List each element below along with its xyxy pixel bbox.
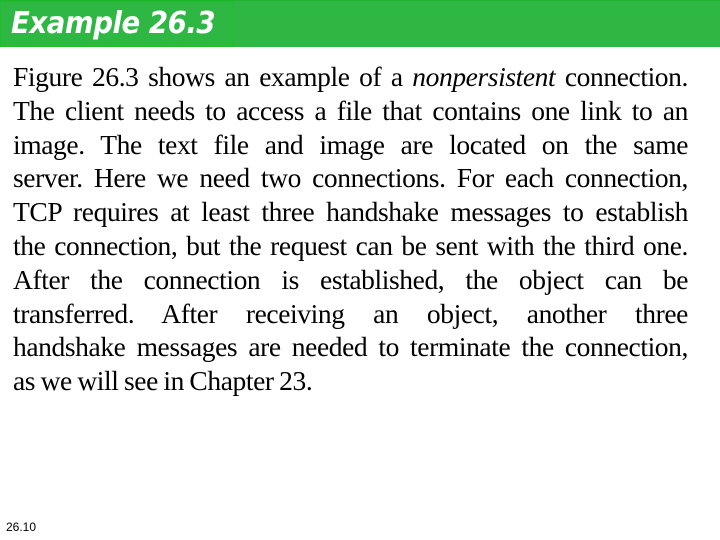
paragraph-line-9: handshake messages are needed to termina… — [13, 331, 688, 363]
title-box: Example 26.3 — [0, 1, 234, 47]
header-bar: Example 26.3 — [0, 0, 720, 47]
slide-title: Example 26.3 — [11, 6, 216, 41]
paragraph-line-3: image. The text file and image are locat… — [13, 128, 688, 160]
body-paragraph: Figure 26.3 shows an example of a nonper… — [13, 60, 688, 398]
paragraph-line-7: After the connection is established, the… — [13, 263, 688, 295]
text-span: connection. — [555, 61, 689, 92]
paragraph-line-10: as we will see in Chapter 23. — [13, 365, 313, 397]
paragraph-line-6: the connection, but the request can be s… — [13, 229, 688, 261]
emphasis-nonpersistent: nonpersistent — [412, 61, 556, 92]
paragraph-line-4: server. Here we need two connections. Fo… — [13, 162, 688, 194]
paragraph-line-2: The client needs to access a file that c… — [13, 94, 688, 126]
text-span: Figure 26.3 shows an example of a — [13, 61, 413, 92]
paragraph-line-1: Figure 26.3 shows an example of a nonper… — [13, 60, 688, 94]
paragraph-line-5: TCP requires at least three handshake me… — [13, 196, 688, 228]
page-number: 26.10 — [6, 520, 37, 534]
paragraph-line-8: transferred. After receiving an object, … — [13, 297, 688, 329]
